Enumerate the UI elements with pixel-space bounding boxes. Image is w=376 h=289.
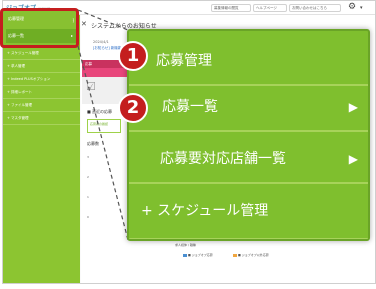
step-badge-2: 2 xyxy=(118,93,148,123)
chevron-right-icon: ▶ xyxy=(348,152,358,166)
chevron-right-icon: ▶ xyxy=(348,100,358,114)
zoom-panel: 応募管理 応募一覧 ▶ 応募要対応店舗一覧 ▶ + スケジュール管理 xyxy=(127,29,370,241)
step-badge-1: 1 xyxy=(118,41,148,71)
zoom-item-label: 応募要対応店舗一覧 xyxy=(160,151,286,167)
zoom-item-label: + スケジュール管理 xyxy=(141,203,269,219)
zoom-item-application-list[interactable]: 応募一覧 ▶ xyxy=(129,83,368,132)
divider xyxy=(129,238,368,239)
zoom-item-label: 応募一覧 xyxy=(162,99,218,115)
zoom-item-applications[interactable]: 応募管理 xyxy=(129,37,368,86)
zoom-item-store-list[interactable]: 応募要対応店舗一覧 ▶ xyxy=(129,135,368,184)
zoom-item-schedule[interactable]: + スケジュール管理 xyxy=(129,187,368,236)
zoom-item-label: 応募管理 xyxy=(156,53,212,69)
